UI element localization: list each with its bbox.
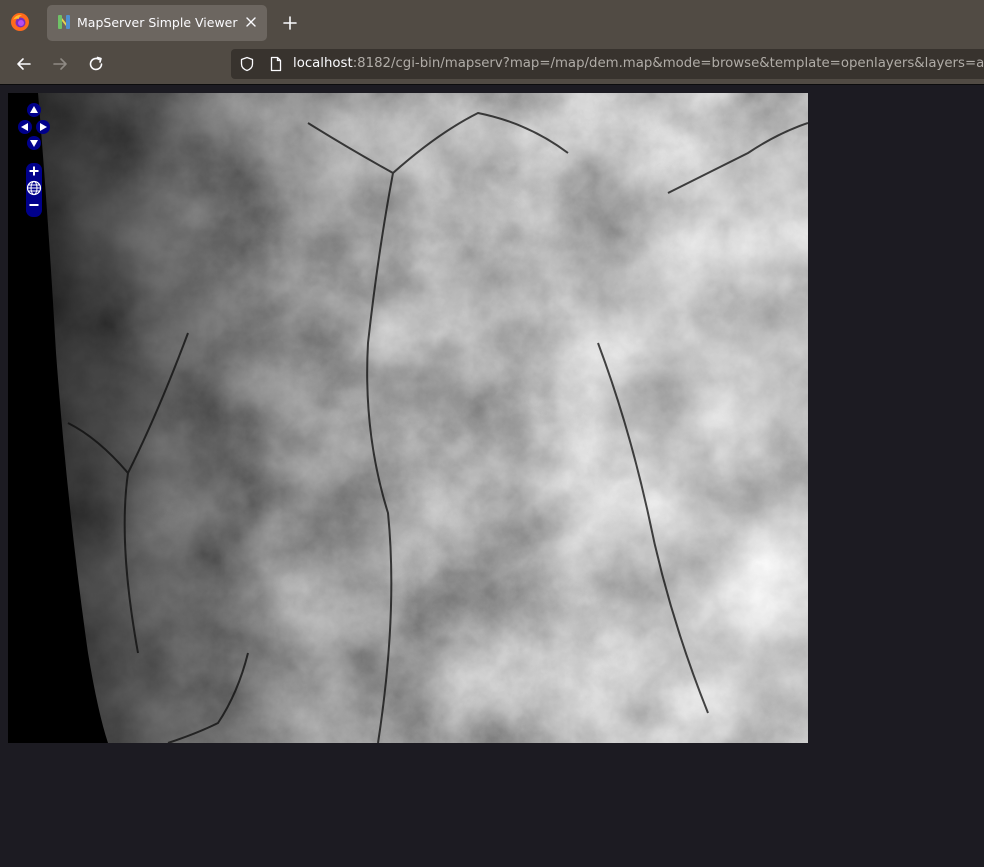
close-tab-icon[interactable] xyxy=(243,14,259,30)
zoom-world-icon[interactable] xyxy=(26,180,42,196)
navigation-toolbar: localhost:8182/cgi-bin/mapserv?map=/map/… xyxy=(0,44,984,84)
zoom-out-icon[interactable] xyxy=(27,198,41,212)
pan-down-icon[interactable] xyxy=(27,136,41,150)
mapserver-favicon-icon xyxy=(58,15,70,29)
page-info-icon[interactable] xyxy=(268,56,284,72)
pan-left-icon[interactable] xyxy=(16,120,34,134)
toolbar-divider xyxy=(0,84,984,85)
firefox-logo-icon[interactable] xyxy=(10,12,30,32)
map-viewport[interactable] xyxy=(8,93,808,743)
dem-elevation-raster[interactable] xyxy=(8,93,808,743)
tab-mapserver-viewer[interactable]: MapServer Simple Viewer xyxy=(47,5,267,41)
url-text[interactable]: localhost:8182/cgi-bin/mapserv?map=/map/… xyxy=(293,56,984,71)
url-path: :8182/cgi-bin/mapserv?map=/map/dem.map&m… xyxy=(352,56,984,71)
new-tab-icon[interactable] xyxy=(281,14,299,32)
tracking-protection-shield-icon[interactable] xyxy=(239,56,255,72)
pan-up-icon[interactable] xyxy=(27,103,41,117)
pan-zoom-control xyxy=(16,103,52,217)
forward-icon[interactable] xyxy=(50,54,70,74)
address-bar[interactable]: localhost:8182/cgi-bin/mapserv?map=/map/… xyxy=(231,49,984,79)
zoom-in-icon[interactable] xyxy=(27,164,41,178)
pan-right-icon[interactable] xyxy=(34,120,52,134)
url-host: localhost xyxy=(293,56,353,71)
reload-icon[interactable] xyxy=(86,54,106,74)
tab-title: MapServer Simple Viewer xyxy=(77,15,238,30)
back-icon[interactable] xyxy=(14,54,34,74)
tab-strip: MapServer Simple Viewer xyxy=(0,0,984,44)
